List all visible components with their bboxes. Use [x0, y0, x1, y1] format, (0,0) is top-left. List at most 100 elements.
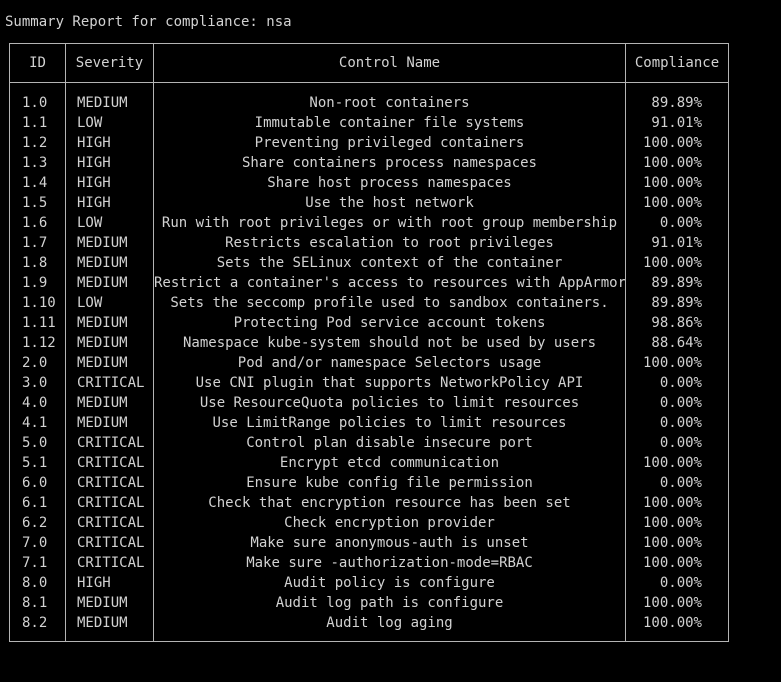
- cell-id: 5.0: [22, 435, 48, 451]
- table-row: 1.8 MEDIUM Sets the SELinux context of the…: [0, 253, 781, 273]
- cell-id: 1.10: [22, 295, 56, 311]
- cell-control-name: Share containers process namespaces: [241, 155, 537, 171]
- cell-id: 1.2: [22, 135, 48, 151]
- table-row: 1.4 HIGH Share host process namespaces 100.…: [0, 173, 781, 193]
- header-compliance: Compliance: [634, 55, 720, 71]
- cell-compliance: 100.00%: [642, 495, 702, 511]
- cell-id: 1.3: [22, 155, 48, 171]
- cell-severity: MEDIUM: [77, 355, 128, 371]
- table-row: 3.0 CRITICAL Use CNI plugin that supports …: [0, 373, 781, 393]
- table-row: 1.7 MEDIUM Restricts escalation to root pr…: [0, 233, 781, 253]
- cell-id: 4.0: [22, 395, 48, 411]
- cell-control-name: Protecting Pod service account tokens: [233, 315, 546, 331]
- cell-severity: CRITICAL: [77, 495, 145, 511]
- cell-compliance: 88.64%: [651, 335, 702, 351]
- cell-compliance: 0.00%: [659, 215, 702, 231]
- cell-id: 8.1: [22, 595, 48, 611]
- cell-compliance: 91.01%: [651, 115, 702, 131]
- cell-severity: LOW: [77, 215, 103, 231]
- cell-control-name: Audit policy is configure: [284, 575, 495, 591]
- cell-id: 8.0: [22, 575, 48, 591]
- cell-severity: CRITICAL: [77, 435, 145, 451]
- table-row: 2.0 MEDIUM Pod and/or namespace Selectors …: [0, 353, 781, 373]
- cell-compliance: 100.00%: [642, 615, 702, 631]
- header-divider: [9, 82, 729, 83]
- cell-id: 1.5: [22, 195, 48, 211]
- table-row: 1.5 HIGH Use the host network 100.00%: [0, 193, 781, 213]
- cell-control-name: Non-root containers: [309, 95, 470, 111]
- cell-compliance: 100.00%: [642, 455, 702, 471]
- cell-id: 2.0: [22, 355, 48, 371]
- table-row: 1.2 HIGH Preventing privileged containers 1…: [0, 133, 781, 153]
- table-row: 1.0 MEDIUM Non-root containers 89.89%: [0, 93, 781, 113]
- cell-id: 6.1: [22, 495, 48, 511]
- cell-severity: HIGH: [77, 175, 111, 191]
- cell-id: 1.11: [22, 315, 56, 331]
- cell-severity: CRITICAL: [77, 515, 145, 531]
- cell-id: 1.7: [22, 235, 48, 251]
- cell-compliance: 100.00%: [642, 175, 702, 191]
- cell-compliance: 100.00%: [642, 355, 702, 371]
- table-row: 1.12 MEDIUM Namespace kube-system should n…: [0, 333, 781, 353]
- cell-id: 6.2: [22, 515, 48, 531]
- cell-control-name: Control plan disable insecure port: [246, 435, 533, 451]
- cell-severity: CRITICAL: [77, 535, 145, 551]
- table-row: 7.1 CRITICAL Make sure -authorization-mode…: [0, 553, 781, 573]
- cell-compliance: 0.00%: [659, 475, 702, 491]
- cell-severity: CRITICAL: [77, 555, 145, 571]
- cell-severity: HIGH: [77, 155, 111, 171]
- cell-severity: MEDIUM: [77, 255, 128, 271]
- cell-severity: HIGH: [77, 575, 111, 591]
- cell-id: 1.9: [22, 275, 48, 291]
- table-row: 4.0 MEDIUM Use ResourceQuota policies to l…: [0, 393, 781, 413]
- cell-severity: MEDIUM: [77, 275, 128, 291]
- table-row: 8.1 MEDIUM Audit log path is configure 100.…: [0, 593, 781, 613]
- table-row: 1.9 MEDIUM Restrict a container's access t…: [0, 273, 781, 293]
- table-row: 5.1 CRITICAL Encrypt etcd communication 100…: [0, 453, 781, 473]
- cell-severity: MEDIUM: [77, 315, 128, 331]
- header-severity: Severity: [75, 55, 144, 71]
- cell-id: 1.0: [22, 95, 48, 111]
- cell-control-name: Sets the SELinux context of the containe…: [216, 255, 563, 271]
- cell-id: 4.1: [22, 415, 48, 431]
- cell-compliance: 0.00%: [659, 575, 702, 591]
- cell-severity: MEDIUM: [77, 615, 128, 631]
- table-row: 7.0 CRITICAL Make sure anonymous-auth is u…: [0, 533, 781, 553]
- cell-severity: LOW: [77, 115, 103, 131]
- cell-compliance: 91.01%: [651, 235, 702, 251]
- cell-compliance: 100.00%: [642, 155, 702, 171]
- report-title: Summary Report for compliance: nsa: [5, 14, 292, 30]
- cell-compliance: 100.00%: [642, 515, 702, 531]
- cell-id: 6.0: [22, 475, 48, 491]
- cell-compliance: 89.89%: [651, 295, 702, 311]
- cell-compliance: 0.00%: [659, 375, 702, 391]
- cell-compliance: 100.00%: [642, 535, 702, 551]
- cell-severity: CRITICAL: [77, 375, 145, 391]
- cell-compliance: 98.86%: [651, 315, 702, 331]
- table-row: 1.3 HIGH Share containers process namespac…: [0, 153, 781, 173]
- cell-id: 1.8: [22, 255, 48, 271]
- cell-severity: MEDIUM: [77, 335, 128, 351]
- cell-control-name: Use CNI plugin that supports NetworkPoli…: [195, 375, 584, 391]
- cell-severity: MEDIUM: [77, 235, 128, 251]
- cell-id: 5.1: [22, 455, 48, 471]
- cell-control-name: Encrypt etcd communication: [279, 455, 500, 471]
- cell-control-name: Restricts escalation to root privileges: [225, 235, 554, 251]
- cell-control-name: Namespace kube-system should not be used…: [182, 335, 596, 351]
- cell-id: 1.4: [22, 175, 48, 191]
- cell-compliance: 100.00%: [642, 135, 702, 151]
- cell-severity: CRITICAL: [77, 475, 145, 491]
- cell-compliance: 0.00%: [659, 415, 702, 431]
- cell-compliance: 0.00%: [659, 435, 702, 451]
- cell-severity: MEDIUM: [77, 395, 128, 411]
- table-row: 8.0 HIGH Audit policy is configure 0.00%: [0, 573, 781, 593]
- table-body: 1.0 MEDIUM Non-root containers 89.89% 1.1 LOW…: [0, 93, 781, 633]
- cell-control-name: Immutable container file systems: [254, 115, 525, 131]
- cell-control-name: Ensure kube config file permission: [246, 475, 533, 491]
- header-id: ID: [29, 55, 46, 71]
- cell-id: 8.2: [22, 615, 48, 631]
- cell-compliance: 0.00%: [659, 395, 702, 411]
- table-row: 1.11 MEDIUM Protecting Pod service account…: [0, 313, 781, 333]
- cell-severity: CRITICAL: [77, 455, 145, 471]
- cell-control-name: Make sure -authorization-mode=RBAC: [246, 555, 533, 571]
